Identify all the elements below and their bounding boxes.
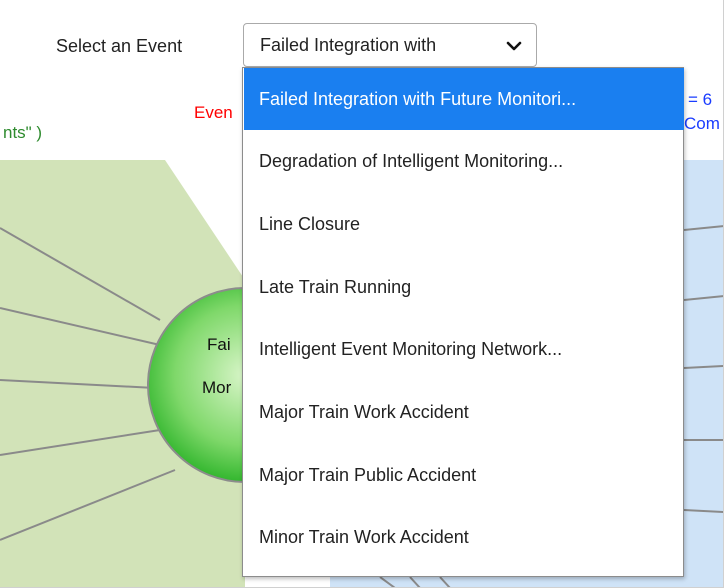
option-label: Failed Integration with Future Monitori.… [259, 88, 577, 109]
option-label: Line Closure [259, 213, 361, 234]
option-label: Degradation of Intelligent Monitoring... [259, 150, 564, 171]
dropdown-option[interactable]: Late Train Running [244, 256, 684, 318]
event-select[interactable]: Failed Integration with [243, 23, 537, 67]
legend-fragment: nts" ) [3, 123, 43, 142]
node-label-line1: Fai [207, 335, 231, 354]
dropdown-option[interactable]: Minor Train Work Accident [244, 506, 684, 568]
option-label: Minor Train Work Accident [259, 526, 469, 547]
option-label: Major Train Work Accident [259, 401, 469, 422]
option-label: Late Train Running [259, 276, 412, 297]
count-value: = 6 [688, 90, 713, 109]
app-window: nts" ) Even = 6 Com Fai Mor Select an Ev… [0, 0, 724, 588]
chevron-down-icon [506, 41, 522, 51]
option-label: Intelligent Event Monitoring Network... [259, 338, 563, 359]
select-event-label: Select an Event [56, 36, 183, 56]
option-label: Major Train Public Accident [259, 464, 477, 485]
dropdown-option[interactable]: Major Train Public Accident [244, 444, 684, 506]
event-count-label: Even [194, 103, 233, 122]
right-panel [684, 160, 723, 587]
node-label-line2: Mor [202, 378, 232, 397]
dropdown-option[interactable]: Failed Integration with Future Monitori.… [244, 68, 684, 130]
dropdown-option[interactable]: Line Closure [244, 193, 684, 255]
dropdown-option[interactable]: Degradation of Intelligent Monitoring... [244, 130, 684, 192]
dropdown-option[interactable]: Intelligent Event Monitoring Network... [244, 318, 684, 380]
event-dropdown-list[interactable]: Failed Integration with Future Monitori.… [242, 67, 684, 577]
dropdown-option[interactable]: Major Train Work Accident [244, 381, 684, 443]
event-select-value: Failed Integration with [260, 34, 437, 55]
count-detail: Com [684, 114, 720, 133]
